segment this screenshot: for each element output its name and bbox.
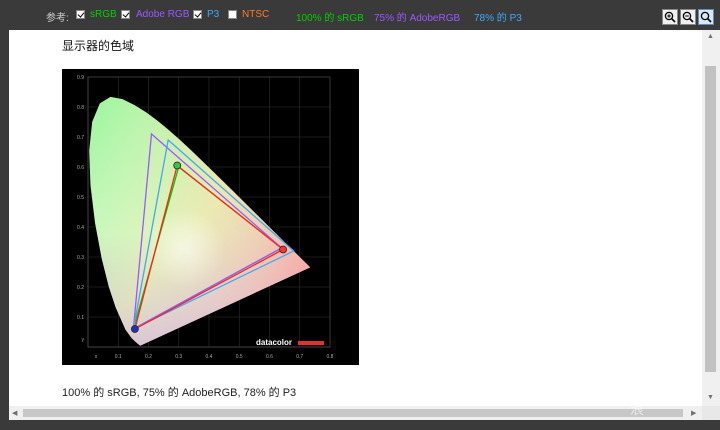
y-tick-label: 0.4	[77, 225, 84, 231]
page-title: 显示器的色域	[62, 39, 135, 53]
toolbar: 参考: sRGB Adobe RGB P3 NTSC 100% 的 sRGB 7…	[0, 0, 720, 30]
x-tick-label: 0.4	[206, 354, 213, 360]
zoom-fit-icon[interactable]	[698, 9, 714, 25]
ntsc-checkbox[interactable]	[228, 10, 237, 19]
content-pane: 显示器的色域 x 0.1 0.2 0.3 0.4 0.5 0.6 0.7 0.8…	[9, 30, 702, 406]
gamut-caption: 100% 的 sRGB, 75% 的 AdobeRGB, 78% 的 P3	[62, 387, 297, 399]
brand-bar	[298, 341, 324, 345]
y-tick-label: 0.9	[77, 75, 84, 81]
reference-label: 参考:	[46, 13, 69, 24]
adobergb-coverage: 75% 的 AdobeRGB	[374, 13, 461, 24]
svg-text:新: 新	[630, 384, 645, 400]
srgb-checkbox[interactable]	[76, 10, 85, 19]
srgb-label[interactable]: sRGB	[90, 9, 117, 20]
chromaticity-chart: x 0.1 0.2 0.3 0.4 0.5 0.6 0.7 0.8 y 0.1 0.2 0.3 0.4 0.…	[62, 69, 359, 365]
horizontal-scrollbar[interactable]: ◀ ▶	[9, 406, 702, 420]
y-tick-label: 0.8	[77, 105, 84, 111]
y-tick-label: 0.7	[77, 135, 84, 141]
scroll-up-icon[interactable]: ▲	[707, 33, 714, 40]
watermark: 新 浪 值么	[628, 380, 708, 425]
x-tick-label: 0.3	[175, 354, 182, 360]
primary-point	[279, 245, 288, 254]
y-tick-label: 0.2	[77, 285, 84, 291]
adobe-rgb-label[interactable]: Adobe RGB	[136, 9, 189, 20]
y-tick-label: 0.3	[77, 255, 84, 261]
ntsc-label[interactable]: NTSC	[242, 9, 269, 20]
srgb-coverage: 100% 的 sRGB	[296, 13, 364, 24]
horizontal-scroll-thumb[interactable]	[23, 409, 683, 417]
y-tick-label: 0.5	[77, 195, 84, 201]
p3-label[interactable]: P3	[207, 9, 219, 20]
scroll-down-icon[interactable]: ▼	[707, 394, 714, 401]
p3-checkbox[interactable]	[193, 10, 202, 19]
zoom-out-icon[interactable]	[680, 9, 696, 25]
p3-coverage: 78% 的 P3	[474, 13, 522, 24]
white-point-glow	[144, 208, 225, 288]
x-tick-label: 0.7	[296, 354, 303, 360]
x-tick-label: 0.6	[266, 354, 273, 360]
svg-text:浪: 浪	[630, 402, 645, 418]
chromaticity-svg: x 0.1 0.2 0.3 0.4 0.5 0.6 0.7 0.8y0.10.20.30.40.…	[62, 69, 359, 365]
y-tick-label: 0.6	[77, 165, 84, 171]
x-tick-label: 0.5	[236, 354, 243, 360]
vertical-scroll-thumb[interactable]	[705, 66, 716, 372]
svg-text:值么: 值么	[654, 389, 692, 410]
x-tick-label: 0.1	[115, 354, 122, 360]
y-tick-label: 0.1	[77, 315, 84, 321]
vertical-scrollbar[interactable]: ▲ ▼	[702, 30, 720, 406]
x-tick-label: 0.2	[145, 354, 152, 360]
x-tick-label: 0.8	[327, 354, 334, 360]
zoom-in-icon[interactable]	[662, 9, 678, 25]
adobe-rgb-checkbox[interactable]	[121, 10, 130, 19]
primary-point	[130, 325, 139, 333]
primary-point	[173, 161, 182, 170]
watermark-logo: 新 浪 值么	[630, 384, 692, 418]
scroll-left-icon[interactable]: ◀	[12, 409, 17, 417]
brand-text: datacolor	[256, 338, 292, 347]
